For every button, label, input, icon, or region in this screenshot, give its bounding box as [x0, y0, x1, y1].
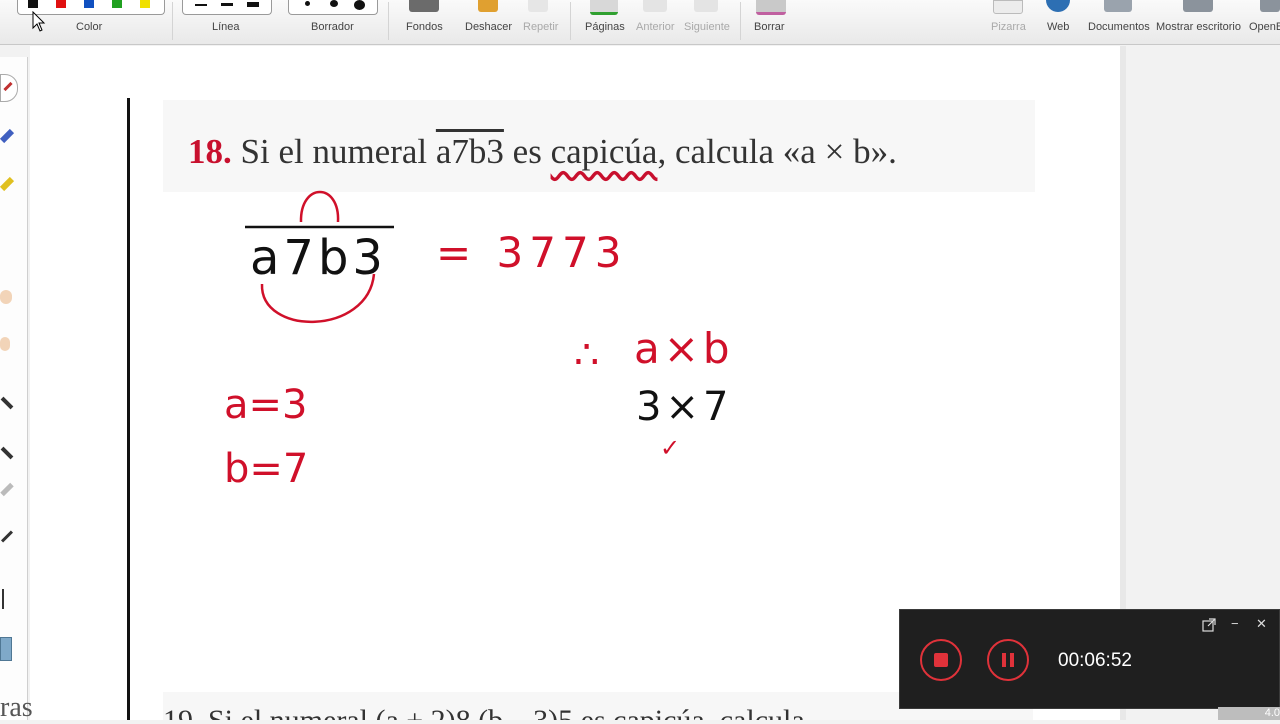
backgrounds-button[interactable]: Fondos: [406, 21, 443, 33]
tool-sidebar: [0, 57, 28, 720]
eraser-size-selector[interactable]: [288, 0, 378, 15]
next-button[interactable]: Siguiente: [684, 21, 730, 33]
show-desktop-icon[interactable]: [1183, 0, 1213, 12]
pen-icon[interactable]: [0, 74, 18, 102]
problem-text-before: Si el numeral: [231, 132, 436, 171]
line-label: Línea: [212, 21, 240, 33]
problem-text-middle: es: [503, 132, 551, 171]
color-label: Color: [76, 21, 103, 33]
handwritten-a-value: a=3: [224, 382, 308, 428]
undo-icon[interactable]: [478, 0, 498, 12]
connector-tool-icon[interactable]: [0, 530, 14, 543]
eraser-small-icon[interactable]: [305, 1, 310, 6]
close-icon[interactable]: ✕: [1256, 616, 1267, 632]
top-arc: [299, 190, 340, 223]
handwritten-check: ✓: [660, 434, 681, 462]
line-tool-icon[interactable]: [0, 396, 14, 410]
eraser-medium-icon[interactable]: [330, 0, 338, 7]
text-cursor-icon[interactable]: [2, 589, 10, 609]
stop-recording-button[interactable]: [920, 639, 962, 681]
separator: [570, 2, 571, 40]
globe-icon[interactable]: [1046, 0, 1070, 12]
problem-number: 18.: [188, 132, 232, 171]
separator: [740, 2, 741, 40]
page-margin-line: [127, 98, 130, 720]
backgrounds-icon[interactable]: [409, 0, 439, 12]
clear-button[interactable]: Borrar: [754, 21, 785, 33]
undo-button[interactable]: Deshacer: [465, 21, 512, 33]
web-button[interactable]: Web: [1047, 21, 1069, 33]
toolbar: Color Línea Borrador Fondos Deshacer Rep…: [0, 0, 1280, 45]
pause-icon: [1002, 653, 1006, 667]
mouse-cursor-icon: [32, 11, 46, 32]
margin-partial-text: ras: [0, 692, 33, 723]
minimize-icon[interactable]: −: [1231, 616, 1239, 631]
whiteboard-icon[interactable]: [993, 0, 1023, 14]
clear-icon[interactable]: [756, 0, 786, 15]
redo-button[interactable]: Repetir: [523, 21, 558, 33]
handwritten-b-value: b=7: [224, 446, 309, 492]
popout-icon[interactable]: [1202, 618, 1216, 632]
pause-recording-button[interactable]: [987, 639, 1029, 681]
problem-keyword: capicúa: [550, 132, 658, 171]
handwritten-product-sub: 3×7: [636, 384, 733, 430]
highlighter-icon[interactable]: [0, 176, 15, 192]
separator: [388, 2, 389, 40]
pages-button[interactable]: Páginas: [585, 21, 625, 33]
separator: [172, 2, 173, 40]
eraser-tool-icon[interactable]: [0, 482, 14, 497]
version-badge: 4.0: [1218, 707, 1280, 720]
screen-recorder-panel: − ✕ 00:06:52: [899, 609, 1280, 709]
line-width-selector[interactable]: [182, 0, 272, 15]
handwritten-product-expr: a×b: [634, 324, 734, 373]
color-swatch-yellow[interactable]: [140, 0, 150, 8]
thick-line-icon[interactable]: [247, 2, 259, 7]
next-page-icon[interactable]: [694, 0, 718, 12]
color-swatch-green[interactable]: [112, 0, 122, 8]
thin-line-icon[interactable]: [195, 4, 207, 6]
handwritten-numeral: a7b3: [250, 230, 387, 286]
handwritten-therefore: ∴: [574, 332, 600, 378]
redo-icon[interactable]: [528, 0, 548, 12]
color-swatch-red[interactable]: [56, 0, 66, 8]
problem-statement: 18. Si el numeral a7b3 es capicúa, calcu…: [188, 132, 897, 172]
color-swatch-black[interactable]: [28, 0, 38, 8]
open-icon[interactable]: [1260, 0, 1280, 12]
previous-page-icon[interactable]: [643, 0, 667, 12]
stop-icon: [934, 653, 948, 667]
pages-icon[interactable]: [590, 0, 618, 15]
eraser-large-icon[interactable]: [354, 0, 365, 10]
pause-icon: [1010, 653, 1014, 667]
eraser-label: Borrador: [311, 21, 354, 33]
pointer-icon[interactable]: [0, 337, 10, 351]
problem-text-after: , calcula «a × b».: [657, 132, 897, 171]
medium-line-icon[interactable]: [221, 3, 233, 6]
open-button[interactable]: OpenB: [1249, 21, 1280, 33]
handwritten-result: = 3773: [436, 228, 628, 277]
documents-button[interactable]: Documentos: [1088, 21, 1150, 33]
problem-numeral: a7b3: [435, 132, 504, 171]
documents-icon[interactable]: [1104, 0, 1132, 12]
previous-button[interactable]: Anterior: [636, 21, 675, 33]
show-desktop-button[interactable]: Mostrar escritorio: [1156, 21, 1241, 33]
recording-timer: 00:06:52: [1058, 650, 1132, 671]
color-swatch-blue[interactable]: [84, 0, 94, 8]
screen-icon[interactable]: [0, 637, 12, 661]
marker-icon[interactable]: [0, 128, 15, 144]
hand-icon[interactable]: [0, 290, 12, 304]
whiteboard-button[interactable]: Pizarra: [991, 21, 1026, 33]
next-problem-text: 19. Si el numeral (a + 2)8 (b – 3)5 es c…: [163, 704, 805, 720]
arrow-tool-icon[interactable]: [0, 446, 14, 460]
